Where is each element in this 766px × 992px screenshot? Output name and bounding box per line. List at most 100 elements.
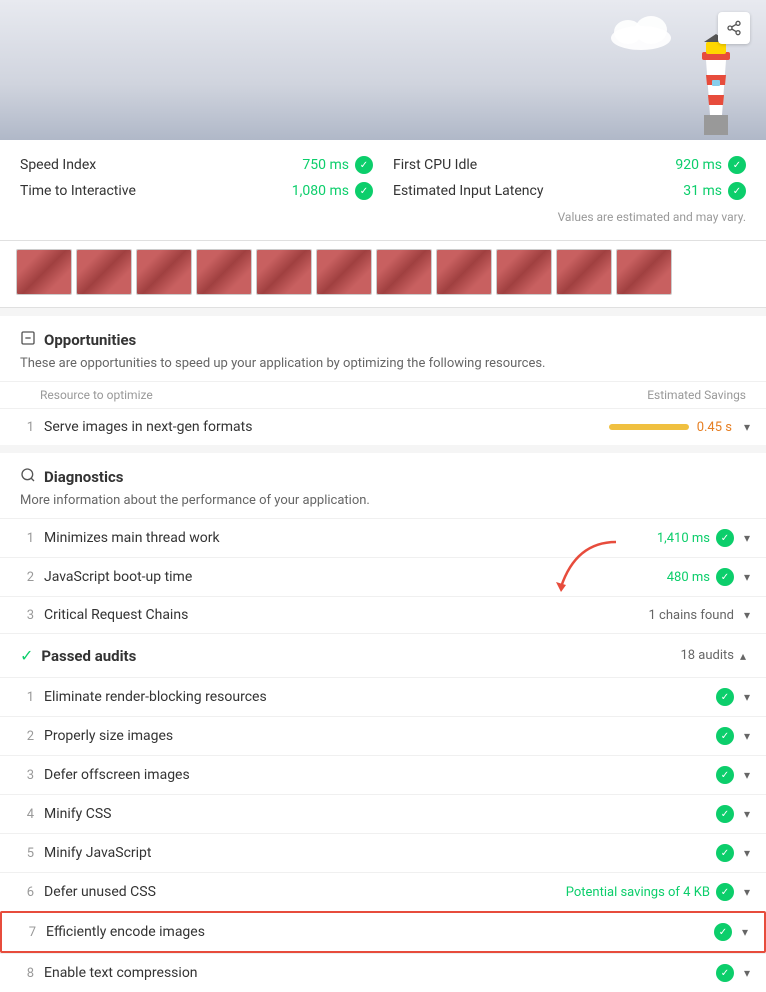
diagnostics-header: Diagnostics bbox=[0, 453, 766, 493]
audit-right-3: ✓ ▾ bbox=[716, 766, 750, 784]
diag-right-1: 1,410 ms ✓ ▾ bbox=[657, 529, 750, 547]
opportunity-row-1[interactable]: 1 Serve images in next-gen formats 0.45 … bbox=[0, 408, 766, 445]
diag-num-2: 2 bbox=[16, 570, 34, 585]
audit-label-8: Enable text compression bbox=[44, 965, 706, 981]
audit-num-4: 4 bbox=[16, 807, 34, 822]
audit-check-6: ✓ bbox=[716, 883, 734, 901]
diag-num-3: 3 bbox=[16, 608, 34, 623]
audit-chevron-6[interactable]: ▾ bbox=[744, 885, 750, 899]
audit-check-7: ✓ bbox=[714, 923, 732, 941]
diag-row-3[interactable]: 3 Critical Request Chains 1 chains found… bbox=[0, 596, 766, 633]
audit-check-5: ✓ bbox=[716, 844, 734, 862]
diag-value-2: 480 ms bbox=[667, 570, 710, 585]
audit-chevron-1[interactable]: ▾ bbox=[744, 690, 750, 704]
diag-chevron-3[interactable]: ▾ bbox=[744, 608, 750, 622]
filmstrip-frame-3 bbox=[136, 249, 192, 295]
audit-check-4: ✓ bbox=[716, 805, 734, 823]
eil-value: 31 ms bbox=[683, 183, 722, 199]
diag-check-1: ✓ bbox=[716, 529, 734, 547]
filmstrip-frame-11 bbox=[616, 249, 672, 295]
audit-row-7[interactable]: 7 Efficiently encode images ✓ ▾ bbox=[0, 911, 766, 953]
audit-row-6[interactable]: 6 Defer unused CSS Potential savings of … bbox=[0, 872, 766, 911]
diag-row-2[interactable]: 2 JavaScript boot-up time 480 ms ✓ ▾ bbox=[0, 557, 766, 596]
savings-column-header: Estimated Savings bbox=[647, 388, 746, 402]
audit-chevron-5[interactable]: ▾ bbox=[744, 846, 750, 860]
opportunities-desc: These are opportunities to speed up your… bbox=[0, 356, 766, 381]
tti-value-container: 1,080 ms ✓ bbox=[292, 182, 373, 200]
filmstrip-frame-10 bbox=[556, 249, 612, 295]
arrow-annotation-container: 2 JavaScript boot-up time 480 ms ✓ ▾ bbox=[0, 557, 766, 596]
cloud-decoration bbox=[606, 10, 676, 54]
audit-row-1[interactable]: 1 Eliminate render-blocking resources ✓ … bbox=[0, 677, 766, 716]
audit-num-1: 1 bbox=[16, 690, 34, 705]
filmstrip-frame-7 bbox=[376, 249, 432, 295]
opportunities-section: Opportunities These are opportunities to… bbox=[0, 316, 766, 445]
audit-row-3[interactable]: 3 Defer offscreen images ✓ ▾ bbox=[0, 755, 766, 794]
diagnostics-desc: More information about the performance o… bbox=[0, 493, 766, 518]
passed-chevron-up-icon[interactable]: ▴ bbox=[740, 649, 746, 663]
audit-label-1: Eliminate render-blocking resources bbox=[44, 689, 706, 705]
audit-chevron-4[interactable]: ▾ bbox=[744, 807, 750, 821]
chevron-down-icon-1[interactable]: ▾ bbox=[744, 420, 750, 434]
audit-row-4[interactable]: 4 Minify CSS ✓ ▾ bbox=[0, 794, 766, 833]
lighthouse-decoration bbox=[676, 30, 756, 140]
passed-audits-header-left: ✓ Passed audits bbox=[20, 646, 136, 665]
audit-num-6: 6 bbox=[16, 885, 34, 900]
audit-chevron-7[interactable]: ▾ bbox=[742, 925, 748, 939]
diag-chevron-1[interactable]: ▾ bbox=[744, 531, 750, 545]
audit-chevron-2[interactable]: ▾ bbox=[744, 729, 750, 743]
audit-row-5[interactable]: 5 Minify JavaScript ✓ ▾ bbox=[0, 833, 766, 872]
resource-column-header: Resource to optimize bbox=[40, 388, 153, 402]
diag-value-1: 1,410 ms bbox=[657, 531, 710, 546]
audit-row-2[interactable]: 2 Properly size images ✓ ▾ bbox=[0, 716, 766, 755]
audit-right-5: ✓ ▾ bbox=[716, 844, 750, 862]
diag-label-1: Minimizes main thread work bbox=[44, 530, 647, 546]
opp-row-label-1: Serve images in next-gen formats bbox=[44, 419, 599, 435]
passed-audits-title: Passed audits bbox=[41, 647, 136, 665]
speed-index-value: 750 ms bbox=[302, 157, 349, 173]
savings-bar-1 bbox=[609, 424, 689, 430]
audit-right-7: ✓ ▾ bbox=[714, 923, 748, 941]
audit-chevron-8[interactable]: ▾ bbox=[744, 966, 750, 980]
audit-num-7: 7 bbox=[18, 925, 36, 940]
first-cpu-idle-value: 920 ms bbox=[675, 157, 722, 173]
audit-check-2: ✓ bbox=[716, 727, 734, 745]
opportunities-table-header: Resource to optimize Estimated Savings bbox=[0, 381, 766, 408]
diag-chevron-2[interactable]: ▾ bbox=[744, 570, 750, 584]
share-button[interactable] bbox=[718, 12, 750, 44]
speed-index-check: ✓ bbox=[355, 156, 373, 174]
eil-row: Estimated Input Latency 31 ms ✓ bbox=[393, 182, 746, 200]
audit-label-3: Defer offscreen images bbox=[44, 767, 706, 783]
audit-row-8[interactable]: 8 Enable text compression ✓ ▾ bbox=[0, 953, 766, 992]
speed-index-value-container: 750 ms ✓ bbox=[302, 156, 373, 174]
audit-num-5: 5 bbox=[16, 846, 34, 861]
header-area bbox=[0, 0, 766, 140]
tti-value: 1,080 ms bbox=[292, 183, 349, 199]
first-cpu-idle-check: ✓ bbox=[728, 156, 746, 174]
audit-label-2: Properly size images bbox=[44, 728, 706, 744]
eil-check: ✓ bbox=[728, 182, 746, 200]
eil-label: Estimated Input Latency bbox=[393, 183, 543, 199]
diag-num-1: 1 bbox=[16, 531, 34, 546]
audit-chevron-3[interactable]: ▾ bbox=[744, 768, 750, 782]
audit-num-2: 2 bbox=[16, 729, 34, 744]
diag-right-3: 1 chains found ▾ bbox=[649, 608, 750, 623]
diag-value-3: 1 chains found bbox=[649, 608, 734, 623]
passed-check-icon: ✓ bbox=[20, 646, 33, 665]
first-cpu-idle-value-container: 920 ms ✓ bbox=[675, 156, 746, 174]
passed-audits-right: 18 audits ▴ bbox=[680, 648, 746, 663]
diag-row-1[interactable]: 1 Minimizes main thread work 1,410 ms ✓ … bbox=[0, 518, 766, 557]
audit-check-8: ✓ bbox=[716, 964, 734, 982]
audit-check-1: ✓ bbox=[716, 688, 734, 706]
filmstrip-section bbox=[0, 241, 766, 308]
audit-label-4: Minify CSS bbox=[44, 806, 706, 822]
passed-audits-header[interactable]: ✓ Passed audits 18 audits ▴ bbox=[0, 633, 766, 677]
tti-label: Time to Interactive bbox=[20, 183, 136, 199]
savings-bar-container-1: 0.45 s ▾ bbox=[609, 420, 750, 435]
audit-right-2: ✓ ▾ bbox=[716, 727, 750, 745]
values-note: Values are estimated and may vary. bbox=[20, 210, 746, 224]
filmstrip-frame-4 bbox=[196, 249, 252, 295]
opportunities-title: Opportunities bbox=[44, 331, 136, 349]
filmstrip-frame-2 bbox=[76, 249, 132, 295]
filmstrip-frame-5 bbox=[256, 249, 312, 295]
